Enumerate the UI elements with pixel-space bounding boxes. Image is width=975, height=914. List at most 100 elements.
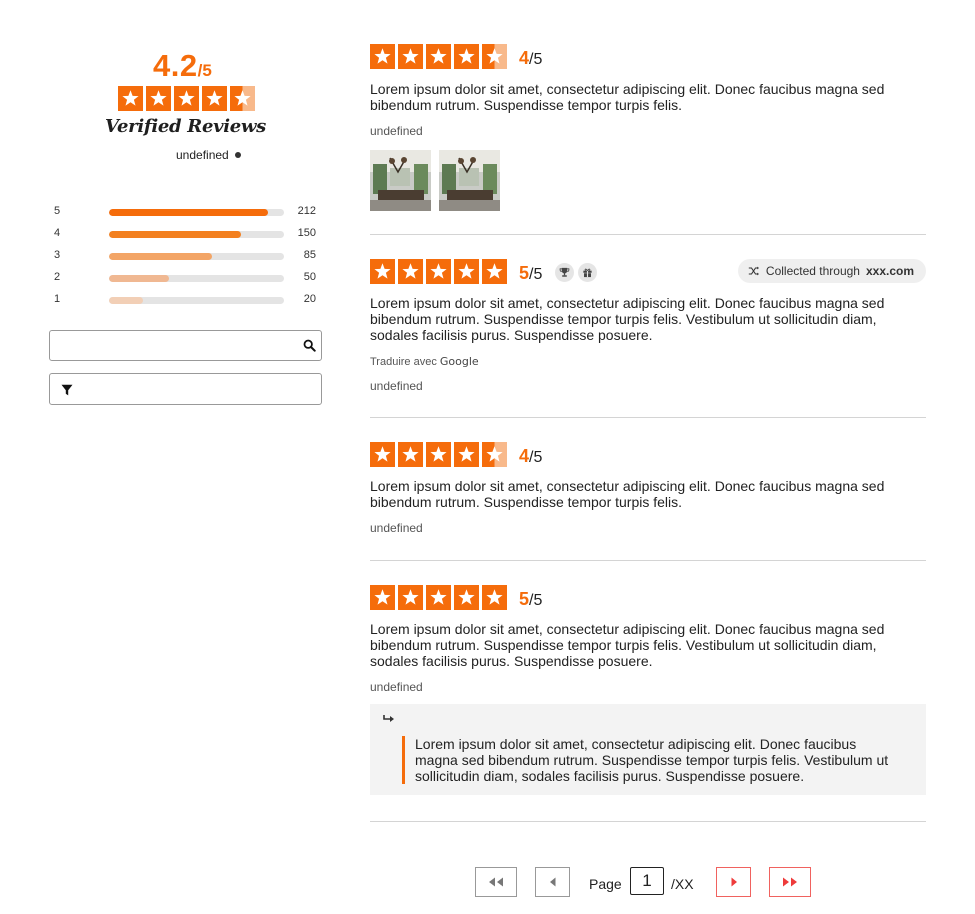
star-full-icon: [482, 258, 507, 284]
distribution-bar-track: [109, 209, 284, 216]
review-score-suffix: /5: [529, 265, 543, 283]
average-suffix: /5: [197, 61, 212, 80]
distribution-bar-track: [109, 231, 284, 238]
star-half-icon: [482, 441, 507, 467]
star-full-icon: [426, 441, 451, 467]
distribution-bar-fill: [109, 297, 143, 304]
star-full-icon: [398, 584, 423, 610]
merchant-reply: Lorem ipsum dolor sit amet, consectetur …: [370, 704, 926, 795]
review-score-value: 5: [519, 262, 530, 283]
star-full-icon: [454, 258, 479, 284]
trophy-icon[interactable]: [555, 262, 575, 282]
info-icon[interactable]: [234, 151, 241, 158]
review-score-value: 4: [519, 445, 530, 466]
double-right-arrow-icon: [783, 877, 797, 887]
review-score-value: 5: [519, 588, 530, 609]
review-score-value: 4: [519, 47, 530, 68]
review-score-suffix: /5: [529, 50, 543, 68]
distribution-stars: 3: [54, 249, 61, 261]
review-score: 4/5: [519, 446, 542, 467]
review-divider: [370, 234, 926, 235]
review-score-suffix: /5: [529, 591, 543, 609]
page-total: /XX: [671, 876, 694, 892]
review-stars: [370, 258, 507, 284]
distribution-count: 150: [297, 227, 316, 239]
star-full-icon: [398, 258, 423, 284]
search-icon[interactable]: [303, 339, 316, 352]
star-full-icon: [426, 43, 451, 69]
distribution-row-5[interactable]: 5 212: [49, 204, 322, 226]
translate-link[interactable]: Traduire avec Google: [370, 355, 926, 368]
rating-distribution: 5 212 4 150 3 85 2 50 1 20: [49, 204, 322, 314]
distribution-bar-track: [109, 275, 284, 282]
review-score: 5/5: [519, 263, 542, 284]
review-photo[interactable]: [370, 150, 431, 211]
collected-prefix: Collected through: [765, 264, 860, 278]
review-card: 5/5 Lorem ipsum dolor sit amet, consecte…: [370, 584, 926, 795]
filter-select[interactable]: [49, 373, 322, 405]
summary-stars: [118, 86, 255, 111]
review-divider: [370, 821, 926, 822]
review-divider: [370, 560, 926, 561]
review-stars: [370, 43, 507, 69]
star-full-icon: [454, 43, 479, 69]
collected-through-badge: Collected through xxx.com: [737, 259, 926, 283]
star-full-icon: [146, 86, 171, 111]
gift-icon[interactable]: [578, 262, 598, 282]
distribution-stars: 2: [54, 271, 61, 283]
review-text: Lorem ipsum dolor sit amet, consectetur …: [370, 295, 885, 343]
star-full-icon: [370, 43, 395, 69]
interior-photo-image: [370, 150, 431, 211]
shuffle-icon: [748, 266, 759, 276]
star-full-icon: [454, 584, 479, 610]
right-arrow-icon: [731, 877, 737, 887]
distribution-bar-track: [109, 297, 284, 304]
distribution-bar-fill: [109, 275, 170, 282]
distribution-stars: 5: [54, 205, 61, 217]
gift-icon-glyph: [583, 268, 592, 277]
collected-site: xxx.com: [865, 264, 914, 278]
search-input[interactable]: [50, 331, 290, 360]
review-meta: undefined: [370, 379, 423, 393]
next-page-button[interactable]: [716, 867, 751, 897]
star-full-icon: [174, 86, 199, 111]
distribution-bar-track: [109, 253, 284, 260]
distribution-row-4[interactable]: 4 150: [49, 226, 322, 248]
distribution-count: 20: [303, 293, 316, 305]
review-header: 5/5: [370, 258, 926, 284]
review-header: 4/5: [370, 43, 926, 69]
distribution-row-3[interactable]: 3 85: [49, 248, 322, 270]
distribution-bar-fill: [109, 209, 268, 216]
star-full-icon: [426, 584, 451, 610]
reply-text: Lorem ipsum dolor sit amet, consectetur …: [402, 736, 892, 784]
review-badges: [555, 262, 598, 282]
first-page-button[interactable]: [475, 867, 517, 897]
review-meta: undefined: [370, 521, 423, 535]
review-photos: [370, 150, 926, 211]
distribution-stars: 4: [54, 227, 61, 239]
page-number-input[interactable]: [630, 867, 664, 895]
last-page-button[interactable]: [769, 867, 811, 897]
star-full-icon: [482, 584, 507, 610]
review-score-suffix: /5: [529, 448, 543, 466]
review-photo[interactable]: [439, 150, 500, 211]
review-text: Lorem ipsum dolor sit amet, consectetur …: [370, 621, 885, 669]
distribution-bar-fill: [109, 231, 241, 238]
previous-page-button[interactable]: [535, 867, 570, 897]
distribution-stars: 1: [54, 293, 61, 305]
page-label: Page: [589, 876, 622, 892]
distribution-row-2[interactable]: 2 50: [49, 270, 322, 292]
review-card: 5/5 Collected through xxx.com Lorem ipsu…: [370, 258, 926, 393]
review-stars: [370, 584, 507, 610]
average-value: 4.2: [153, 48, 198, 83]
distribution-row-1[interactable]: 1 20: [49, 292, 322, 314]
interior-photo-image: [439, 150, 500, 211]
google-logo: Google: [439, 355, 479, 368]
star-full-icon: [398, 43, 423, 69]
distribution-count: 212: [297, 205, 316, 217]
average-rating: 4.2/5: [153, 48, 273, 84]
review-header: 5/5: [370, 584, 926, 610]
distribution-count: 50: [303, 271, 316, 283]
reply-arrow-icon: [383, 715, 394, 722]
search-field: [49, 330, 322, 361]
